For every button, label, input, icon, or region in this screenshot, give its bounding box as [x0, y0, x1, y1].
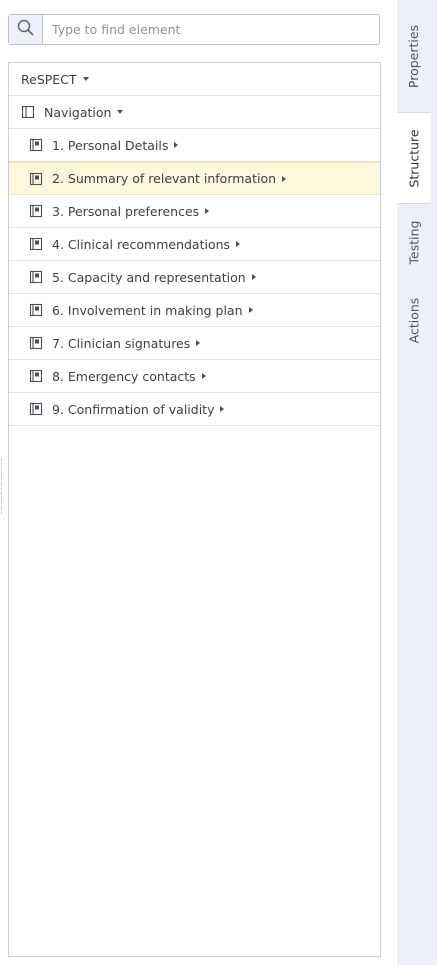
- section-icon: [29, 303, 43, 317]
- search-button[interactable]: [9, 15, 43, 44]
- tab-properties[interactable]: Properties: [397, 0, 431, 112]
- chevron-right-icon[interactable]: [201, 373, 206, 379]
- section-icon: [29, 172, 43, 186]
- tab-label: Testing: [406, 220, 422, 264]
- tree-root-label: ReSPECT: [21, 71, 77, 87]
- chevron-right-icon[interactable]: [205, 208, 210, 214]
- navigation-label: Navigation: [44, 104, 112, 120]
- chevron-down-icon[interactable]: [117, 110, 124, 114]
- tree-item-section[interactable]: 5. Capacity and representation: [9, 261, 380, 294]
- side-tab-bar: Properties Structure Testing Actions: [397, 0, 437, 965]
- chevron-right-icon[interactable]: [220, 406, 225, 412]
- tree-item-section[interactable]: 1. Personal Details: [9, 129, 380, 162]
- search-icon: [17, 19, 34, 40]
- tree-item-label: 7. Clinician signatures: [52, 335, 191, 351]
- chevron-right-icon[interactable]: [282, 175, 287, 182]
- structure-tree: ReSPECT Navigation 1. Personal Details 2.…: [8, 62, 381, 957]
- tab-testing[interactable]: Testing: [397, 204, 431, 280]
- section-icon: [29, 204, 43, 218]
- tree-item-section[interactable]: 3. Personal preferences: [9, 195, 380, 228]
- tree-node-navigation[interactable]: Navigation: [9, 96, 380, 129]
- tree-item-label: 1. Personal Details: [52, 137, 169, 153]
- tab-actions[interactable]: Actions: [397, 280, 431, 360]
- tree-item-section[interactable]: 7. Clinician signatures: [9, 327, 380, 360]
- tree-item-label: 9. Confirmation of validity: [52, 401, 215, 417]
- tab-structure[interactable]: Structure: [397, 112, 431, 204]
- section-icon: [29, 270, 43, 284]
- tree-item-section[interactable]: 4. Clinical recommendations: [9, 228, 380, 261]
- tree-root-respect[interactable]: ReSPECT: [9, 63, 380, 96]
- tree-item-label: 3. Personal preferences: [52, 203, 200, 219]
- chevron-down-icon[interactable]: [82, 77, 89, 81]
- tree-item-label: 8. Emergency contacts: [52, 368, 196, 384]
- chevron-right-icon[interactable]: [236, 241, 241, 247]
- tab-label: Structure: [406, 128, 422, 188]
- tree-item-section[interactable]: 8. Emergency contacts: [9, 360, 380, 393]
- search-input[interactable]: [43, 15, 379, 44]
- resize-handle[interactable]: [1, 458, 2, 514]
- chevron-right-icon[interactable]: [174, 142, 179, 148]
- chevron-right-icon[interactable]: [196, 340, 201, 346]
- chevron-right-icon[interactable]: [251, 274, 256, 280]
- tree-item-section[interactable]: 9. Confirmation of validity: [9, 393, 380, 426]
- section-icon: [29, 402, 43, 416]
- section-icon: [29, 237, 43, 251]
- section-icon: [29, 138, 43, 152]
- tab-label: Actions: [406, 297, 422, 343]
- tree-item-label: 5. Capacity and representation: [52, 269, 246, 285]
- tree-item-label: 6. Involvement in making plan: [52, 302, 243, 318]
- tree-item-label: 2. Summary of relevant information: [52, 171, 277, 186]
- section-icon: [29, 336, 43, 350]
- chevron-right-icon[interactable]: [248, 307, 253, 313]
- search-box: [8, 14, 380, 45]
- tree-item-label: 4. Clinical recommendations: [52, 236, 231, 252]
- section-icon: [29, 369, 43, 383]
- tree-item-section[interactable]: 2. Summary of relevant information: [9, 162, 380, 195]
- panel-icon: [21, 105, 35, 119]
- tab-label: Properties: [406, 24, 422, 88]
- tree-item-section[interactable]: 6. Involvement in making plan: [9, 294, 380, 327]
